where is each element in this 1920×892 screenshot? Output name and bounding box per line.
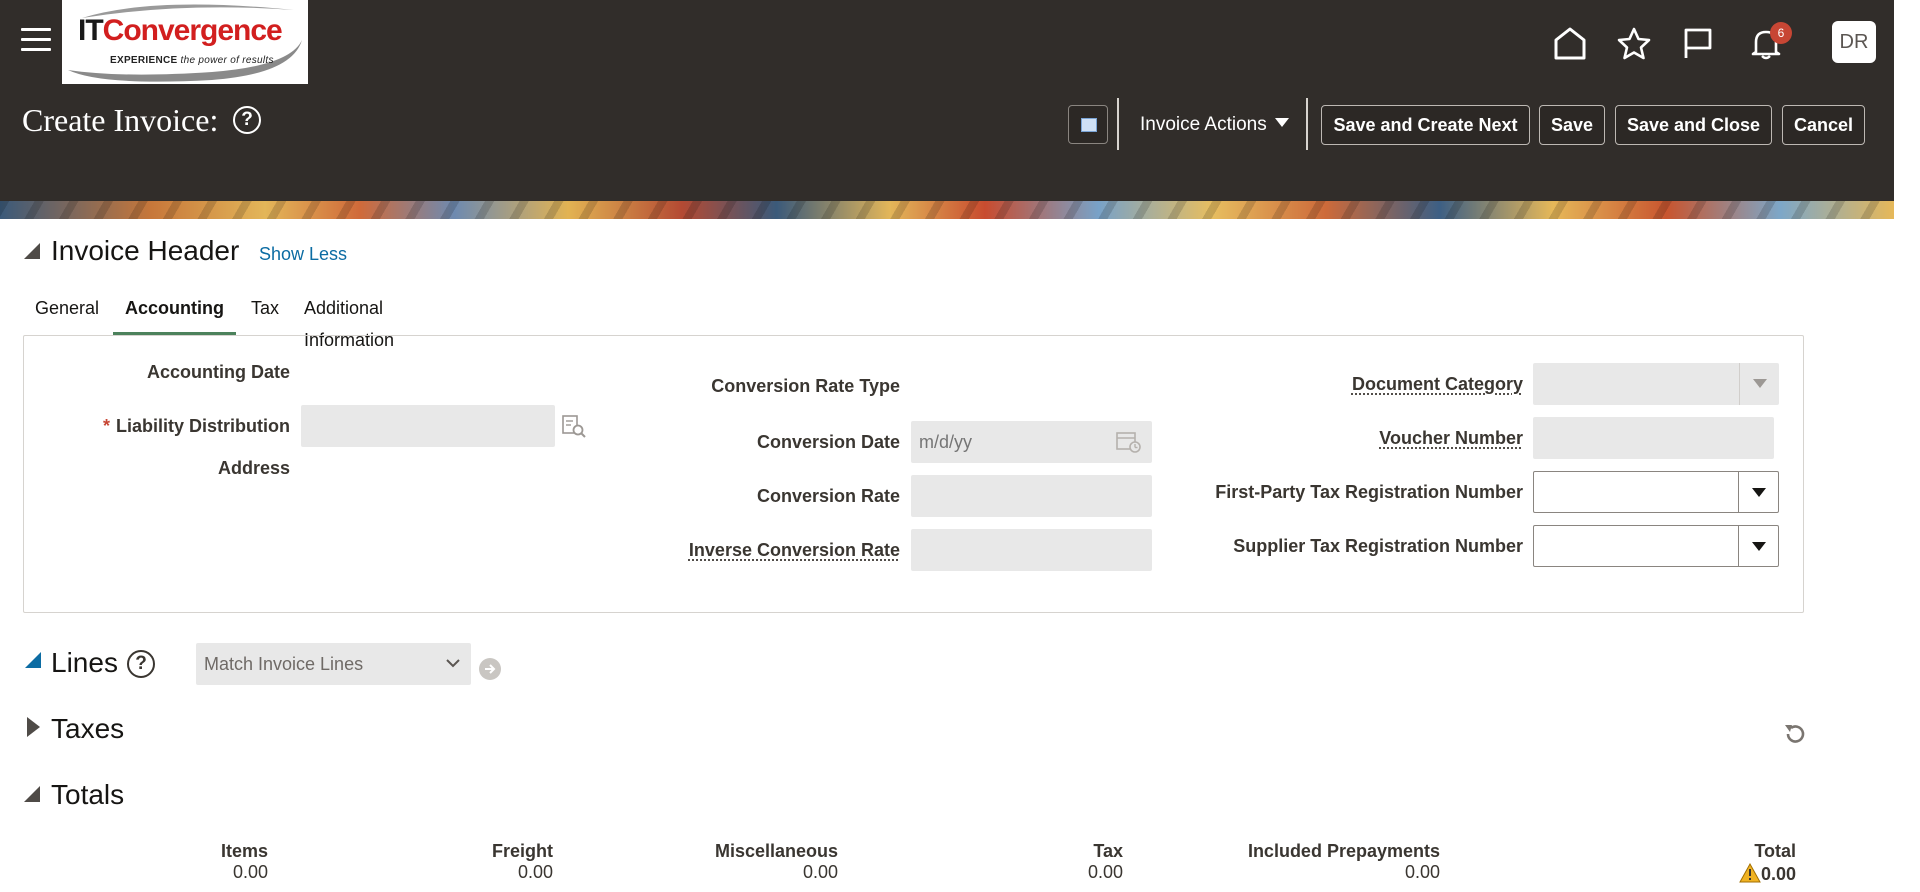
dropdown-icon[interactable] [1738, 526, 1778, 566]
toolbar-divider [1306, 98, 1308, 150]
bell-icon[interactable]: 6 [1744, 20, 1792, 64]
totals-items-value: 0.00 [232, 862, 268, 882]
refresh-icon[interactable] [1782, 721, 1808, 747]
notification-badge: 6 [1770, 22, 1792, 44]
flag-icon[interactable] [1676, 20, 1716, 64]
liability-distribution-text: Liability Distribution [116, 416, 290, 436]
required-indicator: * [102, 416, 110, 436]
first-party-tax-registration-select[interactable] [1533, 471, 1779, 513]
warning-icon [1739, 862, 1761, 883]
decorative-banner [0, 201, 1894, 219]
totals-included-prepayments-value: 0.00 [1404, 862, 1440, 882]
cancel-button[interactable]: Cancel [1782, 105, 1865, 145]
totals-title: Totals [51, 779, 125, 810]
save-and-close-button[interactable]: Save and Close [1615, 105, 1772, 145]
tab-tax[interactable]: Tax [251, 292, 279, 336]
help-icon[interactable]: ? [233, 106, 261, 134]
collapse-invoice-header-icon[interactable] [24, 243, 40, 259]
toolbar-divider [1117, 98, 1119, 150]
match-invoice-lines-select[interactable]: Match Invoice Lines [196, 643, 471, 685]
company-logo[interactable]: ITConvergence EXPERIENCE the power of re… [62, 0, 308, 84]
accounting-date-label: Accounting Date [146, 362, 290, 382]
page-gutter [1894, 0, 1920, 892]
address-label: Address [217, 458, 290, 478]
voucher-number-label: Voucher Number [1379, 428, 1523, 448]
logo-tagline: EXPERIENCE the power of results [110, 55, 274, 66]
page-title: Create Invoice: [22, 102, 219, 138]
save-and-create-next-button[interactable]: Save and Create Next [1321, 105, 1530, 145]
view-toggle-button[interactable] [1068, 105, 1108, 144]
go-icon[interactable] [479, 658, 501, 680]
collapse-lines-icon[interactable] [25, 652, 41, 668]
liability-distribution-label: * Liability Distribution [103, 416, 290, 437]
conversion-date-field[interactable] [911, 421, 1152, 463]
document-category-label: Document Category [1351, 374, 1523, 394]
totals-miscellaneous-label: Miscellaneous [714, 841, 838, 861]
home-icon[interactable] [1548, 20, 1588, 64]
totals-freight-label: Freight [492, 841, 553, 861]
global-header: ITConvergence EXPERIENCE the power of re… [0, 0, 1894, 201]
invoice-actions-label: Invoice Actions [1140, 114, 1267, 135]
totals-total-value-group: 0.00 [1739, 862, 1796, 885]
invoice-actions-menu[interactable]: Invoice Actions [1140, 114, 1289, 136]
totals-total-label: Total [1754, 841, 1796, 861]
conversion-date-label: Conversion Date [756, 432, 900, 452]
inverse-conversion-rate-label: Inverse Conversion Rate [688, 540, 900, 560]
conversion-rate-label: Conversion Rate [756, 486, 900, 506]
caret-down-icon [1274, 118, 1289, 127]
first-party-tax-registration-label: First-Party Tax Registration Number [1215, 482, 1523, 502]
taxes-title: Taxes [51, 713, 125, 744]
collapse-totals-icon[interactable] [24, 786, 40, 802]
expand-taxes-icon[interactable] [27, 717, 40, 737]
show-less-link[interactable]: Show Less [259, 244, 347, 265]
dropdown-icon[interactable] [1738, 472, 1778, 512]
totals-freight-value: 0.00 [517, 862, 553, 882]
totals-miscellaneous-value: 0.00 [802, 862, 838, 882]
logo-wordmark: ITConvergence [78, 14, 283, 47]
star-icon[interactable] [1612, 20, 1652, 64]
user-avatar[interactable]: DR [1832, 21, 1876, 63]
conversion-rate-input[interactable] [911, 475, 1152, 517]
lines-title: Lines [51, 647, 118, 678]
conversion-rate-field[interactable] [911, 475, 1152, 517]
search-icon[interactable] [561, 413, 587, 439]
totals-included-prepayments-label: Included Prepayments [1247, 841, 1440, 861]
liability-distribution-input[interactable] [301, 405, 555, 447]
help-icon[interactable]: ? [127, 650, 155, 678]
supplier-tax-registration-select[interactable] [1533, 525, 1779, 567]
tab-accounting[interactable]: Accounting [113, 292, 236, 336]
supplier-tax-registration-label: Supplier Tax Registration Number [1233, 536, 1523, 556]
liability-distribution-field[interactable] [301, 405, 555, 447]
totals-total-value: 0.00 [1760, 864, 1796, 884]
totals-tax-value: 0.00 [1087, 862, 1123, 882]
view-icon [1081, 118, 1097, 132]
calendar-icon[interactable] [1116, 430, 1142, 454]
tab-additional-information[interactable]: Additional Information [304, 292, 394, 350]
chevron-down-icon [446, 659, 460, 668]
voucher-number-input[interactable] [1533, 417, 1774, 459]
inverse-conversion-rate-field[interactable] [911, 529, 1152, 571]
dropdown-icon[interactable] [1739, 363, 1779, 405]
document-category-select[interactable] [1533, 363, 1779, 405]
match-invoice-lines-value: Match Invoice Lines [204, 654, 364, 674]
totals-tax-label: Tax [1093, 841, 1123, 861]
inverse-conversion-rate-input[interactable] [911, 529, 1152, 571]
voucher-number-field[interactable] [1533, 417, 1774, 459]
conversion-rate-type-label: Conversion Rate Type [711, 376, 900, 396]
totals-items-label: Items [220, 841, 268, 861]
invoice-header-title: Invoice Header [51, 235, 240, 266]
save-button[interactable]: Save [1539, 105, 1605, 145]
hamburger-icon[interactable] [21, 28, 51, 52]
tab-general[interactable]: General [35, 292, 99, 336]
